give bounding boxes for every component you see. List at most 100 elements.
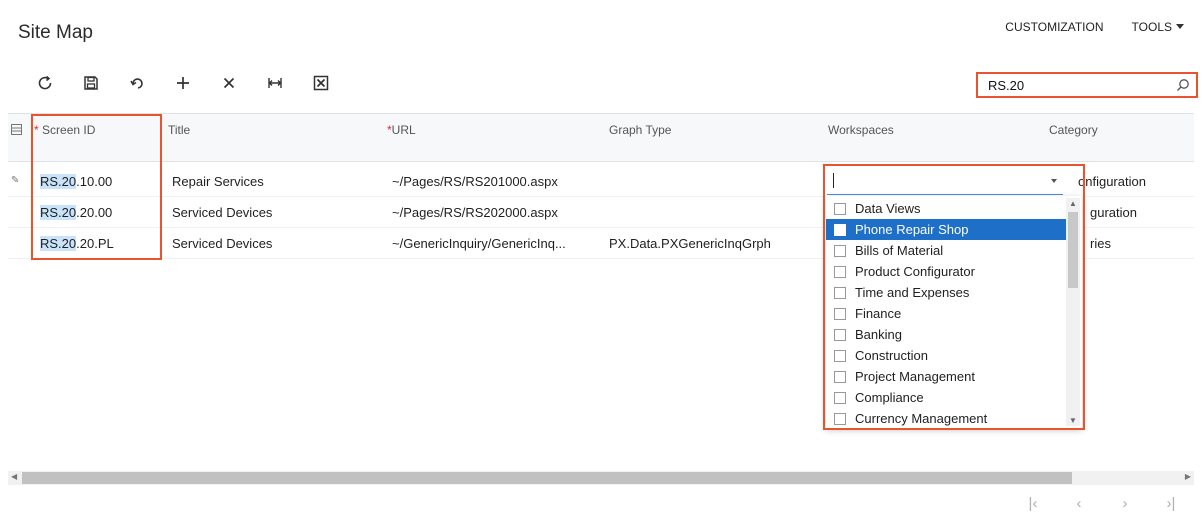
cell-url[interactable]: ~/Pages/RS/RS201000.aspx (392, 174, 558, 189)
cell-url[interactable]: ~/GenericInquiry/GenericInq... (392, 236, 566, 251)
col-url[interactable]: *URL (387, 123, 416, 137)
delete-icon (223, 77, 235, 89)
scroll-up-icon[interactable]: ▲ (1069, 199, 1077, 208)
save-button[interactable] (68, 70, 114, 96)
first-page-icon[interactable]: |‹ (1010, 495, 1056, 512)
workspaces-combo[interactable] (827, 167, 1063, 195)
refresh-button[interactable] (22, 70, 68, 96)
col-screen-id[interactable]: * Screen ID (34, 123, 95, 137)
screen-id-rest: .10.00 (76, 174, 113, 189)
dropdown-option[interactable]: Currency Management (826, 408, 1066, 429)
dropdown-scroll-thumb[interactable] (1068, 212, 1078, 288)
refresh-icon (38, 75, 52, 90)
option-label: Phone Repair Shop (855, 222, 969, 237)
dropdown-scrollbar[interactable]: ▲ ▼ (1066, 198, 1080, 426)
col-category[interactable]: Category (1049, 123, 1098, 137)
chevron-down-icon (1176, 24, 1184, 29)
checkbox[interactable] (834, 349, 846, 362)
checkbox[interactable] (834, 265, 846, 278)
cell-title[interactable]: Serviced Devices (172, 236, 272, 251)
search-match: RS.20 (40, 205, 77, 220)
dropdown-option[interactable]: Compliance (826, 387, 1066, 408)
last-page-icon[interactable]: ›| (1148, 495, 1194, 512)
option-label: Bills of Material (855, 243, 944, 258)
option-label: Project Management (855, 369, 975, 384)
cell-graph-type[interactable]: PX.Data.PXGenericInqGrph (609, 236, 771, 251)
text-cursor (833, 173, 834, 188)
checkbox[interactable] (834, 328, 846, 341)
screen-id-rest: .20.PL (76, 236, 114, 251)
option-label: Banking (855, 327, 902, 342)
scroll-right-icon[interactable]: ▶ (1185, 472, 1191, 481)
dropdown-option[interactable]: Time and Expenses (826, 282, 1066, 303)
customization-menu[interactable]: CUSTOMIZATION (1005, 20, 1103, 34)
delete-button[interactable] (206, 70, 252, 96)
checkbox[interactable] (834, 244, 846, 257)
cell-title[interactable]: Serviced Devices (172, 205, 272, 220)
cell-category[interactable]: ries (1090, 236, 1111, 251)
dropdown-option-selected[interactable]: Phone Repair Shop (826, 219, 1066, 240)
export-excel-icon (313, 75, 329, 91)
option-label: Compliance (855, 390, 924, 405)
cell-screen-id[interactable]: RS.20.10.00 (40, 174, 112, 189)
horizontal-scrollbar[interactable]: ◀ ▶ (8, 471, 1194, 485)
scroll-thumb[interactable] (22, 472, 1072, 484)
col-title[interactable]: Title (168, 123, 190, 137)
cell-url[interactable]: ~/Pages/RS/RS202000.aspx (392, 205, 558, 220)
fit-columns-button[interactable] (252, 70, 298, 96)
add-button[interactable] (160, 70, 206, 96)
chevron-down-icon[interactable] (1051, 179, 1057, 183)
option-label: Currency Management (855, 411, 988, 426)
dropdown-option[interactable]: Banking (826, 324, 1066, 345)
column-settings-icon[interactable] (11, 124, 22, 135)
undo-button[interactable] (114, 70, 160, 96)
fit-columns-icon (268, 78, 282, 88)
cell-title[interactable]: Repair Services (172, 174, 264, 189)
checkbox[interactable] (834, 202, 846, 215)
dropdown-option[interactable]: Project Management (826, 366, 1066, 387)
undo-icon (130, 78, 143, 89)
tools-menu[interactable]: TOOLS (1132, 20, 1184, 34)
checkbox[interactable] (834, 223, 846, 236)
grid-header: * Screen ID Title *URL Graph Type Worksp… (8, 114, 1194, 162)
dropdown-option[interactable]: Bills of Material (826, 240, 1066, 261)
cell-screen-id[interactable]: RS.20.20.00 (40, 205, 112, 220)
dropdown-option[interactable]: Data Views (826, 198, 1066, 219)
search-box (976, 72, 1198, 98)
save-icon (84, 76, 98, 90)
dropdown-option[interactable]: Construction (826, 345, 1066, 366)
search-icon[interactable] (1176, 78, 1190, 92)
required-marker: * (34, 123, 39, 137)
col-workspaces[interactable]: Workspaces (828, 123, 894, 137)
screen-id-rest: .20.00 (76, 205, 113, 220)
dropdown-option[interactable]: Finance (826, 303, 1066, 324)
page-title: Site Map (18, 22, 93, 43)
checkbox[interactable] (834, 370, 846, 383)
option-label: Time and Expenses (855, 285, 970, 300)
prev-page-icon[interactable]: ‹ (1056, 495, 1102, 512)
option-label: Data Views (855, 201, 921, 216)
col-graph-type[interactable]: Graph Type (609, 123, 671, 137)
cell-screen-id[interactable]: RS.20.20.PL (40, 236, 114, 251)
search-match: RS.20 (40, 236, 77, 251)
scroll-left-icon[interactable]: ◀ (11, 472, 17, 481)
checkbox[interactable] (834, 286, 846, 299)
checkbox[interactable] (834, 307, 846, 320)
toolbar (22, 70, 344, 96)
dropdown-option[interactable]: Product Configurator (826, 261, 1066, 282)
cell-category[interactable]: onfiguration (1078, 174, 1146, 189)
search-input[interactable] (986, 74, 1166, 96)
export-excel-button[interactable] (298, 70, 344, 96)
checkbox[interactable] (834, 391, 846, 404)
pager: |‹ ‹ › ›| (1010, 495, 1194, 512)
col-screen-id-label: Screen ID (42, 123, 96, 137)
cell-category[interactable]: guration (1090, 205, 1137, 220)
checkbox[interactable] (834, 412, 846, 425)
option-label: Finance (855, 306, 902, 321)
option-label: Construction (855, 348, 928, 363)
top-nav: CUSTOMIZATION TOOLS (1005, 20, 1184, 34)
scroll-down-icon[interactable]: ▼ (1069, 416, 1077, 425)
search-match: RS.20 (40, 174, 77, 189)
next-page-icon[interactable]: › (1102, 495, 1148, 512)
edit-row-icon: ✎ (11, 175, 20, 186)
